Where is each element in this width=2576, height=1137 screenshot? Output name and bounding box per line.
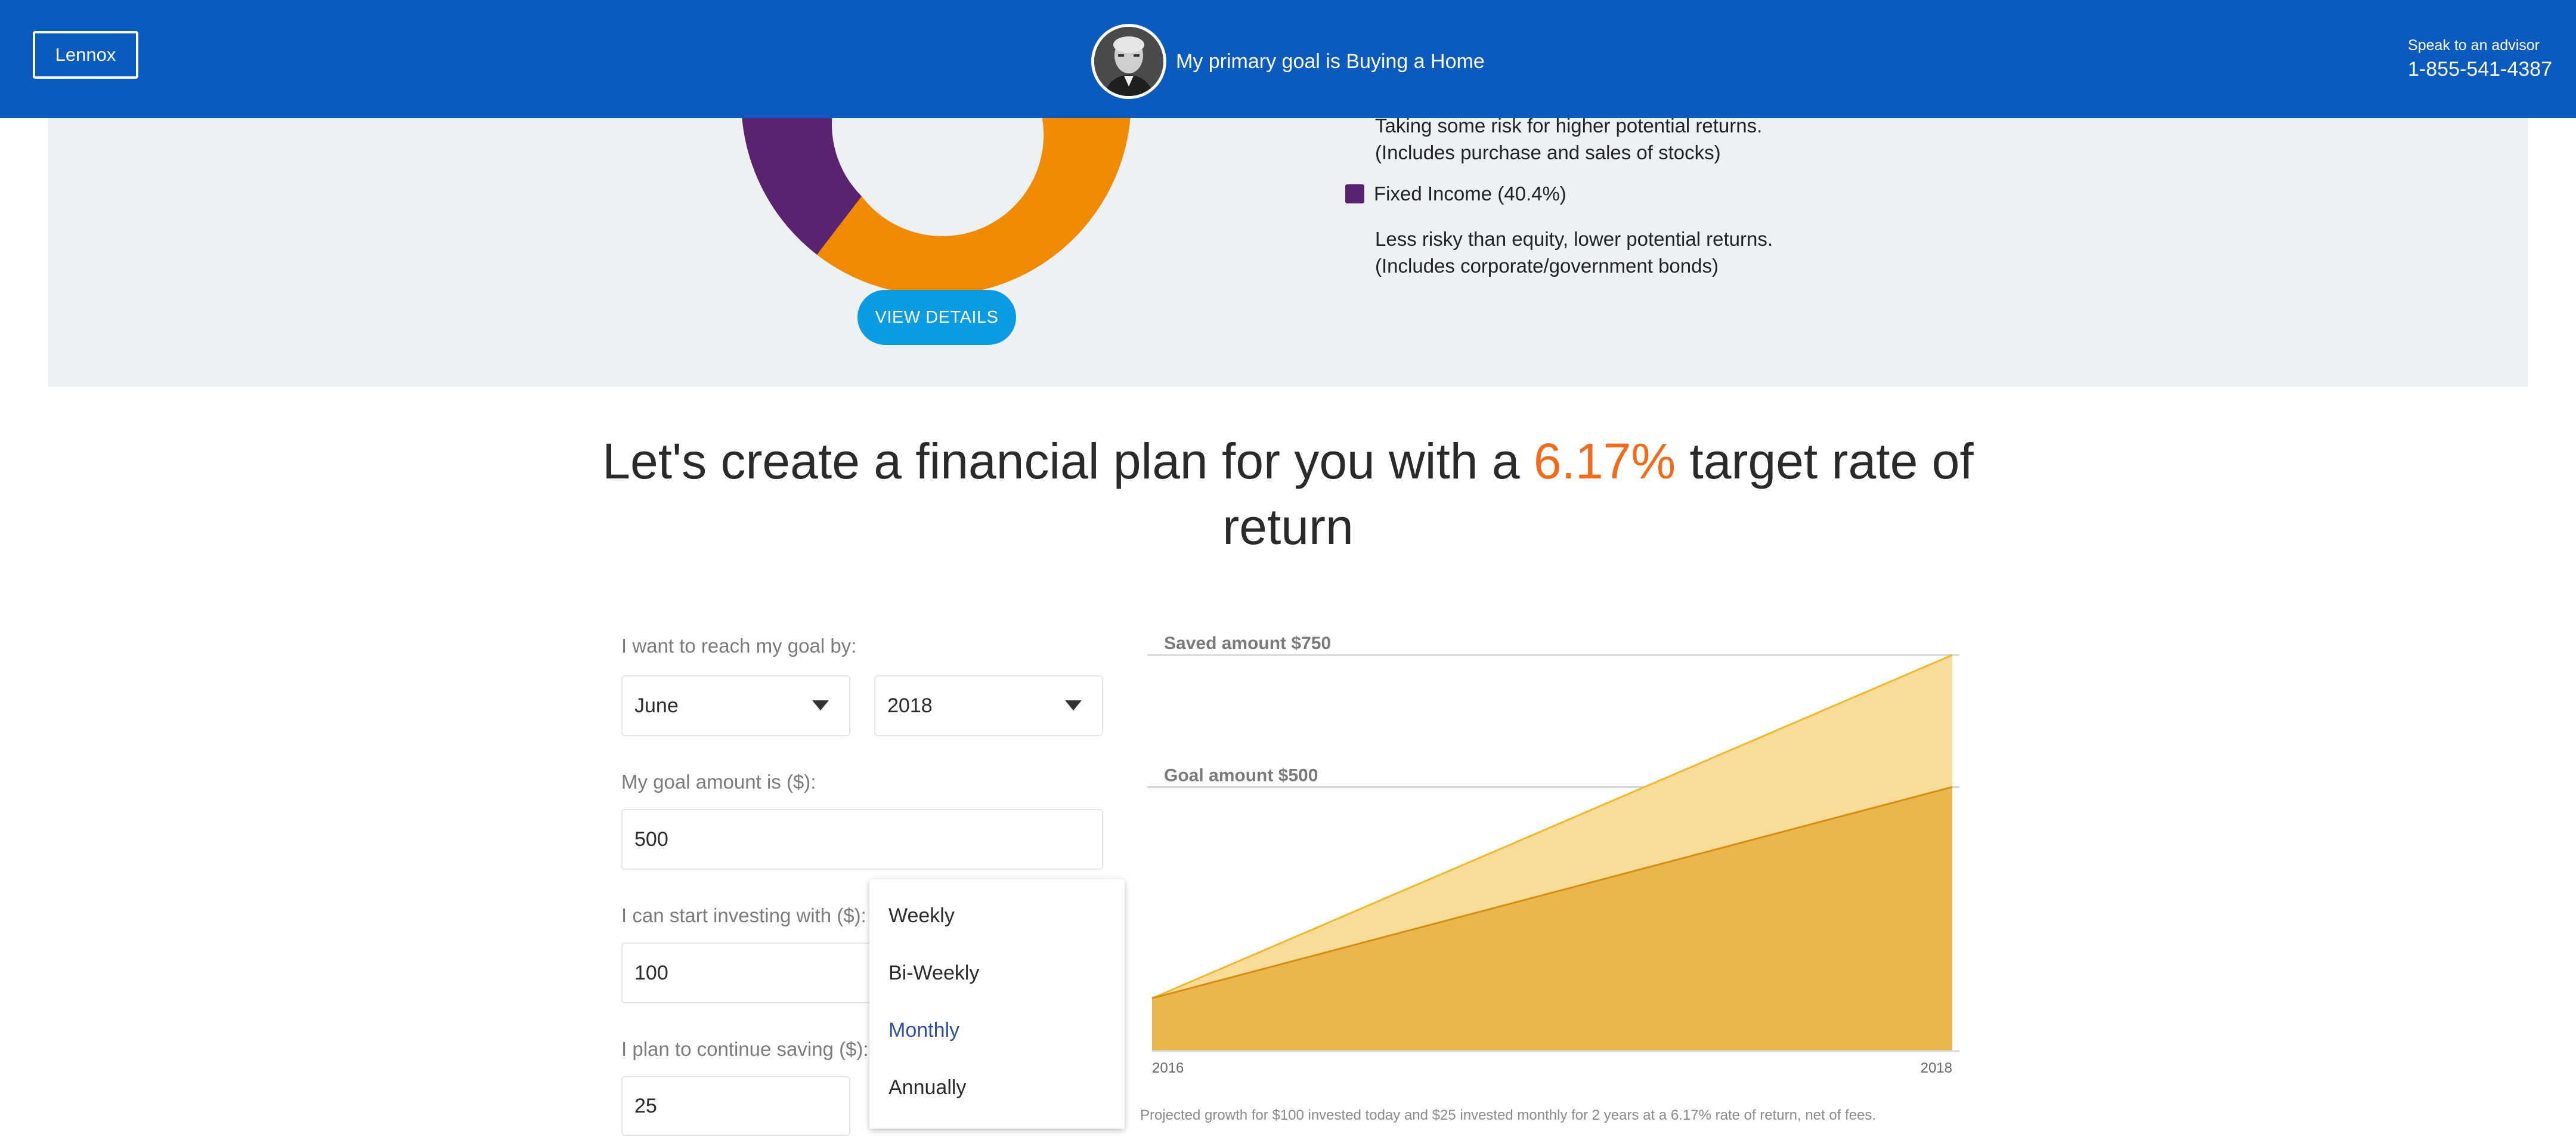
- continue-saving-label: I plan to continue saving ($):: [621, 1038, 869, 1060]
- target-rate: 6.17%: [1533, 433, 1676, 489]
- menu-item-monthly[interactable]: Monthly: [888, 1019, 959, 1042]
- user-button[interactable]: Lennox: [33, 31, 138, 79]
- start-amount-value: 100: [634, 961, 668, 984]
- equity-description: Taking some risk for higher potential re…: [1375, 112, 1762, 166]
- series-label-1: Goal amount $500: [1164, 765, 1318, 785]
- chart-footnote: Projected growth for $100 invested today…: [1140, 1107, 1877, 1123]
- portrait-icon: [1094, 27, 1163, 96]
- fixed-income-swatch: [1345, 184, 1364, 203]
- month-select[interactable]: June: [621, 675, 850, 736]
- menu-item-annually[interactable]: Annually: [888, 1076, 966, 1099]
- goal-text: My primary goal is Buying a Home: [1176, 50, 1485, 73]
- menu-item-bi-weekly[interactable]: Bi-Weekly: [888, 962, 979, 985]
- continue-saving-input[interactable]: 25: [621, 1076, 850, 1136]
- series-line-0: [1151, 654, 1953, 999]
- avatar: [1091, 24, 1166, 99]
- equity-desc-line2: (Includes purchase and sales of stocks): [1375, 141, 1721, 163]
- fixed-desc-line2: (Includes corporate/government bonds): [1375, 255, 1719, 277]
- title-before: Let's create a financial plan for you wi…: [602, 433, 1534, 489]
- year-select[interactable]: 2018: [874, 675, 1103, 736]
- view-details-button[interactable]: VIEW DETAILS: [857, 290, 1016, 345]
- chevron-down-icon: [1065, 700, 1082, 710]
- series-label-0: Saved amount $750: [1164, 634, 1331, 653]
- x-tick-label: 2018: [1921, 1060, 1952, 1076]
- goal-summary[interactable]: My primary goal is Buying a Home: [1091, 24, 1485, 99]
- year-value: 2018: [887, 694, 933, 717]
- goal-amount-input[interactable]: 500: [621, 809, 1103, 870]
- fixed-desc-line1: Less risky than equity, lower potential …: [1375, 228, 1773, 250]
- page-title: Let's create a financial plan for you wi…: [572, 428, 2004, 560]
- fixed-income-label: Fixed Income (40.4%): [1374, 183, 1566, 205]
- allocation-donut: [742, 118, 1131, 296]
- menu-item-weekly[interactable]: Weekly: [888, 904, 955, 928]
- advisor-contact[interactable]: Speak to an advisor 1-855-541-4387: [2408, 37, 2552, 81]
- start-amount-label: I can start investing with ($):: [621, 904, 866, 926]
- legend-fixed-income: Fixed Income (40.4%): [1345, 183, 1566, 205]
- chevron-down-icon: [812, 700, 829, 710]
- area-1: [1152, 787, 1952, 1051]
- frequency-menu: Weekly Bi-Weekly Monthly Annually: [869, 879, 1125, 1129]
- month-value: June: [634, 694, 679, 717]
- allocation-panel: Taking some risk for higher potential re…: [48, 115, 2528, 387]
- area-0: [1152, 655, 1952, 1051]
- x-tick-label: 2016: [1152, 1060, 1184, 1076]
- goal-amount-value: 500: [634, 827, 668, 851]
- series-line-1: [1151, 786, 1953, 999]
- donut-slice-equity: [817, 118, 1131, 296]
- continue-saving-value: 25: [634, 1094, 657, 1117]
- advisor-phone[interactable]: 1-855-541-4387: [2408, 58, 2552, 81]
- advisor-label: Speak to an advisor: [2408, 37, 2540, 54]
- fixed-income-description: Less risky than equity, lower potential …: [1375, 225, 1773, 279]
- top-bar: Lennox My primary goal is Buying a Home …: [0, 0, 2576, 118]
- goal-date-label: I want to reach my goal by:: [621, 635, 857, 657]
- goal-amount-label: My goal amount is ($):: [621, 771, 816, 793]
